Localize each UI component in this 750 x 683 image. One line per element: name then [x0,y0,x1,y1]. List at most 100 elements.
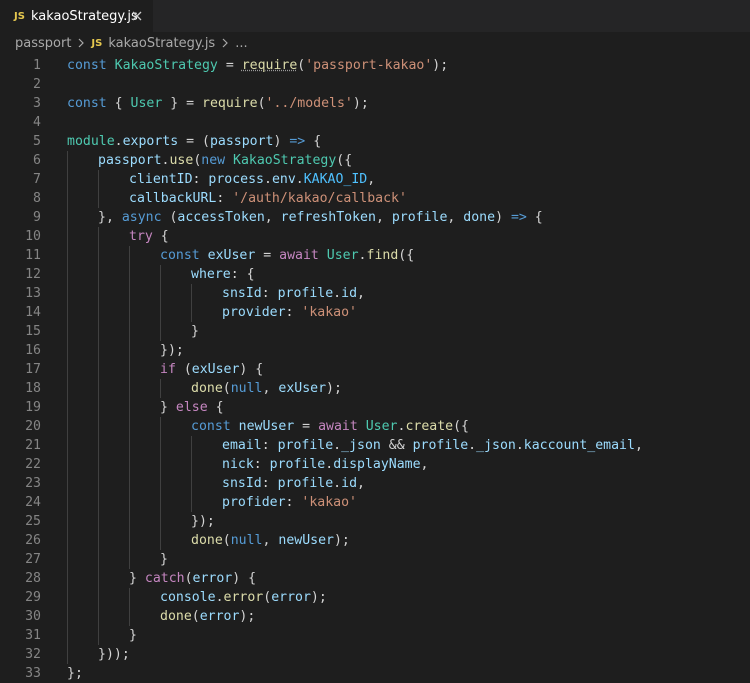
line-number: 2 [33,77,41,92]
code-line[interactable]: 28} catch(error) { [0,569,750,588]
code-text: } catch(error) { [129,569,256,588]
tab-bar: JS kakaoStrategy.js [0,0,750,32]
code-token: module [67,134,115,149]
code-line[interactable]: 5 module.exports = (passport) => { [0,132,750,151]
code-line[interactable]: 14 provider: 'kakao' [0,303,750,322]
code-token: done [160,609,192,624]
code-token: . [114,134,123,149]
code-line[interactable]: 31} [0,626,750,645]
code-token: profile [412,438,469,453]
code-token: 'kakao' [301,495,357,510]
code-line[interactable]: 15} [0,322,750,341]
code-token: profile [391,210,448,225]
code-token: . [295,172,304,187]
code-token: ( [191,609,200,624]
code-line[interactable]: 22 nick: profile.displayName, [0,455,750,474]
code-token: '/auth/kakao/callback' [232,191,407,206]
code-line[interactable]: 3 const { User } = require('../models'); [0,94,750,113]
code-token: }); [160,343,184,358]
code-token: 'kakao' [301,305,357,320]
tab-title: kakaoStrategy.js [30,8,138,24]
code-line[interactable]: 2 [0,75,750,94]
line-number: 5 [33,134,41,149]
breadcrumb-more[interactable]: ... [235,36,247,51]
code-token: { [526,210,543,225]
breadcrumb: passport JS kakaoStrategy.js ... [0,32,750,54]
code-text: nick: profile.displayName, [222,455,428,474]
code-token: . [333,476,342,491]
code-token: clientID [129,172,193,187]
code-token: ( [175,362,192,377]
line-number: 26 [25,533,41,548]
code-token: , [367,172,376,187]
code-token: callbackURL [129,191,217,206]
line-number: 7 [33,172,41,187]
code-text: } else { [160,398,224,417]
code-token: { [152,229,169,244]
code-token: = [294,419,319,434]
code-line[interactable]: 29 console.error(error); [0,588,750,607]
code-line[interactable]: 33}; [0,664,750,683]
code-token: KakaoStrategy [233,153,337,168]
code-token: : [261,476,278,491]
code-text: provider: 'kakao' [222,303,357,322]
code-text: } [191,322,199,341]
code-line[interactable]: 27} [0,550,750,569]
code-token: ({ [336,153,353,168]
code-line[interactable]: 1 const KakaoStrategy = require('passport… [0,56,750,75]
code-line[interactable]: 18 done(null, exUser); [0,379,750,398]
code-editor[interactable]: 1 const KakaoStrategy = require('passport… [0,54,750,681]
code-line[interactable]: 13 snsId: profile.id, [0,284,750,303]
code-token: use [169,153,194,168]
code-line[interactable]: 25}); [0,512,750,531]
code-token: , [264,210,281,225]
code-line[interactable]: 17 if (exUser) { [0,360,750,379]
code-line[interactable]: 12 where: { [0,265,750,284]
code-token: profile [277,438,334,453]
code-line[interactable]: 19} else { [0,398,750,417]
code-line[interactable]: 8 callbackURL: '/auth/kakao/callback' [0,189,750,208]
code-text: }); [191,512,215,531]
code-line[interactable]: 9}, async (accessToken, refreshToken, pr… [0,208,750,227]
code-line[interactable]: 16}); [0,341,750,360]
code-token: refreshToken [280,210,376,225]
code-token: . [333,438,342,453]
code-line[interactable]: 20 const newUser = await User.create({ [0,417,750,436]
code-token: : [261,438,278,453]
code-line[interactable]: 30 done(error); [0,607,750,626]
code-token: , [447,210,464,225]
code-line[interactable]: 26 done(null, newUser); [0,531,750,550]
code-token: ); [326,381,342,396]
line-number: 24 [25,495,41,510]
code-line[interactable]: 32})); [0,645,750,664]
code-line[interactable]: 23 snsId: profile.id, [0,474,750,493]
code-line[interactable]: 11 const exUser = await User.find({ [0,246,750,265]
code-line[interactable]: 10 try { [0,227,750,246]
editor-tab-kakaostrategy[interactable]: JS kakaoStrategy.js [0,0,153,32]
close-icon[interactable] [130,9,144,23]
code-token: , [375,210,392,225]
code-token: create [405,419,454,434]
code-token: catch [144,571,185,586]
code-token: process [208,172,264,187]
code-token: if [160,362,176,377]
code-token: snsId [222,286,262,301]
code-token: newUser [278,533,334,548]
line-number: 25 [25,514,41,529]
code-token: : [261,286,278,301]
code-text: callbackURL: '/auth/kakao/callback' [129,189,407,208]
code-line[interactable]: 4 [0,113,750,132]
code-token: ); [352,96,369,111]
code-line[interactable]: 6 passport.use(new KakaoStrategy({ [0,151,750,170]
code-token: null [230,533,263,548]
code-line[interactable]: 24 profider: 'kakao' [0,493,750,512]
code-line[interactable]: 21 email: profile._json && profile._json.… [0,436,750,455]
code-token: newUser [238,419,295,434]
code-token: . [515,438,524,453]
breadcrumb-folder[interactable]: passport [15,36,71,51]
breadcrumb-file[interactable]: kakaoStrategy.js [108,36,215,51]
code-token: error [271,590,311,605]
code-text: module.exports = (passport) => { [67,132,321,151]
code-line[interactable]: 7 clientID: process.env.KAKAO_ID, [0,170,750,189]
